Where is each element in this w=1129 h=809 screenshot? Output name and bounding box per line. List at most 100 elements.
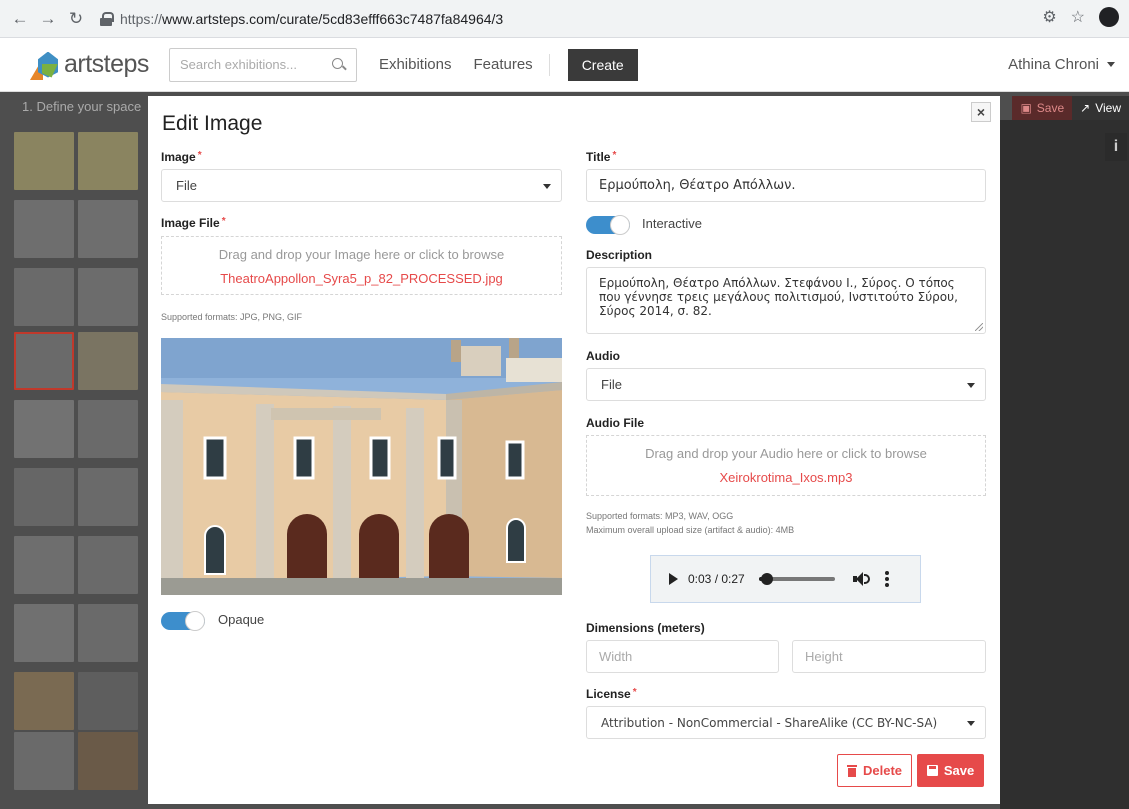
audio-type-select[interactable]: File: [586, 368, 986, 401]
editor-view-label: View: [1095, 101, 1121, 115]
logo-icon: [30, 50, 60, 80]
audio-file-name[interactable]: Xeirokrotima_Ixos.mp3: [587, 470, 985, 485]
thumbnail-selected[interactable]: [14, 332, 74, 390]
trash-icon: [846, 764, 857, 777]
floppy-icon: [926, 765, 938, 776]
delete-label: Delete: [862, 763, 903, 778]
player-progress[interactable]: [758, 573, 835, 585]
app-header: artsteps Exhibitions Features Create Ath…: [0, 38, 1129, 92]
external-link-icon: ↗: [1080, 101, 1091, 115]
thumbnail[interactable]: [14, 200, 74, 258]
search-box: [168, 47, 357, 82]
thumbnail[interactable]: [78, 268, 138, 326]
thumbnail[interactable]: [78, 200, 138, 258]
audio-drop-hint: Drag and drop your Audio here or click t…: [645, 446, 927, 461]
url-text: www.artsteps.com/curate/5cd83efff663c748…: [162, 10, 504, 27]
opaque-toggle[interactable]: [161, 611, 205, 631]
save-label: Save: [943, 763, 975, 778]
width-input[interactable]: Width: [586, 640, 779, 673]
more-options-icon[interactable]: [884, 571, 889, 587]
close-button[interactable]: ×: [971, 102, 991, 122]
audio-player: 0:03 / 0:27: [650, 555, 921, 603]
chevron-down-icon: [543, 184, 551, 189]
search-icon[interactable]: [331, 57, 346, 72]
audio-file-label: Audio File: [586, 416, 644, 430]
player-time: 0:03 / 0:27: [688, 572, 745, 586]
image-preview: [161, 338, 562, 595]
volume-icon[interactable]: [852, 572, 870, 586]
create-button[interactable]: Create: [567, 48, 638, 81]
chevron-down-icon: [967, 721, 975, 726]
description-label: Description: [586, 248, 653, 262]
interactive-label: Interactive: [642, 216, 702, 231]
url-scheme: https://: [120, 10, 163, 27]
image-file-name[interactable]: TheatroAppollon_Syra5_p_82_PROCESSED.jpg: [162, 271, 561, 286]
delete-button[interactable]: Delete: [837, 754, 912, 787]
image-type-select[interactable]: File: [161, 169, 562, 202]
logo[interactable]: artsteps: [30, 50, 149, 80]
thumbnail[interactable]: [78, 732, 138, 790]
thumbnail[interactable]: [14, 536, 74, 594]
back-icon[interactable]: ←: [8, 7, 32, 31]
forward-icon[interactable]: →: [36, 7, 60, 31]
nav-divider: [548, 53, 550, 76]
profile-avatar-icon[interactable]: [1099, 7, 1119, 27]
image-file-label: Image File *: [161, 216, 226, 230]
thumbnail[interactable]: [78, 132, 138, 190]
license-select[interactable]: Attribution - NonCommercial - ShareAlike…: [586, 706, 986, 739]
floppy-icon: ▣: [1020, 101, 1032, 115]
player-progress-thumb[interactable]: [761, 573, 774, 585]
image-drop-hint: Drag and drop your Image here or click t…: [218, 247, 505, 262]
thumbnail[interactable]: [14, 132, 74, 190]
theatre-photo: [161, 338, 562, 595]
thumbnail[interactable]: [14, 672, 74, 730]
audio-max-size-text: Maximum overall upload size (artifact & …: [586, 525, 795, 535]
height-input[interactable]: Height: [792, 640, 986, 673]
chevron-down-icon: [967, 383, 975, 388]
image-dropzone[interactable]: Drag and drop your Image here or click t…: [161, 236, 562, 295]
description-textarea[interactable]: Ερμούπολη, Θέατρο Απόλλων. Στεφάνου Ι., …: [586, 267, 986, 334]
editor-view-button[interactable]: ↗ View: [1072, 96, 1129, 120]
title-input[interactable]: Ερμούπολη, Θέατρο Απόλλων.: [586, 169, 986, 202]
image-type-value: File: [176, 178, 197, 193]
step-label: 1. Define your space: [22, 99, 142, 114]
reload-icon[interactable]: ↻: [64, 7, 88, 31]
key-icon[interactable]: ⚙: [1042, 7, 1056, 27]
logo-text: artsteps: [64, 50, 149, 78]
info-button[interactable]: i: [1105, 133, 1127, 161]
nav-exhibitions[interactable]: Exhibitions: [379, 56, 452, 73]
thumbnail[interactable]: [78, 400, 138, 458]
user-menu[interactable]: Athina Chroni: [1008, 56, 1115, 73]
thumbnail[interactable]: [14, 604, 74, 662]
thumbnail[interactable]: [14, 400, 74, 458]
star-icon[interactable]: ☆: [1071, 7, 1085, 27]
modal-title: Edit Image: [162, 112, 263, 135]
title-label: Title *: [586, 150, 617, 164]
thumbnail[interactable]: [78, 332, 138, 390]
thumbnail[interactable]: [78, 536, 138, 594]
audio-label: Audio: [586, 349, 620, 363]
user-name: Athina Chroni: [1008, 56, 1099, 73]
editor-save-label: Save: [1036, 101, 1065, 115]
nav-features[interactable]: Features: [473, 56, 532, 73]
image-label: Image *: [161, 150, 202, 164]
interactive-toggle[interactable]: [586, 215, 630, 235]
search-input[interactable]: [179, 57, 332, 72]
thumbnail[interactable]: [14, 268, 74, 326]
license-value: Attribution - NonCommercial - ShareAlike…: [601, 715, 938, 730]
thumbnail[interactable]: [78, 672, 138, 730]
browser-toolbar: ← → ↻ https://www.artsteps.com/curate/5c…: [0, 0, 1129, 38]
thumbnail[interactable]: [78, 604, 138, 662]
thumbnail[interactable]: [14, 468, 74, 526]
opaque-label: Opaque: [218, 612, 265, 627]
save-button[interactable]: Save: [917, 754, 984, 787]
audio-dropzone[interactable]: Drag and drop your Audio here or click t…: [586, 435, 986, 496]
thumbnail[interactable]: [78, 468, 138, 526]
play-icon[interactable]: [669, 573, 678, 585]
audio-formats-text: Supported formats: MP3, WAV, OGG: [586, 511, 734, 521]
3d-room-view[interactable]: [1000, 120, 1129, 809]
thumbnail[interactable]: [14, 732, 74, 790]
editor-save-button[interactable]: ▣ Save: [1012, 96, 1073, 120]
address-bar[interactable]: https://www.artsteps.com/curate/5cd83eff…: [100, 4, 990, 33]
resize-grip-icon[interactable]: [975, 323, 983, 331]
